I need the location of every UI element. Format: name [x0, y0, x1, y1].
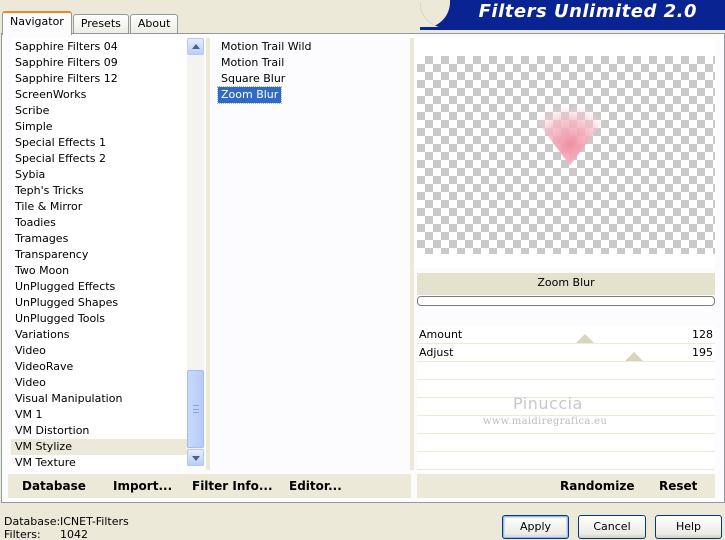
- category-item[interactable]: UnPlugged Effects: [11, 279, 187, 295]
- status-filters-value: 1042: [60, 528, 88, 540]
- category-list[interactable]: Sapphire Filters 04 Sapphire Filters 09 Sa…: [11, 38, 187, 470]
- filter-info-button[interactable]: Filter Info...: [192, 479, 273, 493]
- category-item[interactable]: Special Effects 2: [11, 151, 187, 167]
- tab-navigator[interactable]: Navigator: [2, 11, 72, 35]
- category-item[interactable]: UnPlugged Tools: [11, 311, 187, 327]
- category-item[interactable]: VM 1: [11, 407, 187, 423]
- category-item[interactable]: Simple: [11, 119, 187, 135]
- randomize-button[interactable]: Randomize: [560, 479, 634, 493]
- category-item[interactable]: Scribe: [11, 103, 187, 119]
- reset-button[interactable]: Reset: [659, 479, 697, 493]
- database-button[interactable]: Database: [22, 479, 86, 493]
- help-button[interactable]: Help: [655, 515, 722, 539]
- filter-row: Motion Trail Wild: [218, 39, 315, 55]
- category-item[interactable]: Video: [11, 375, 187, 391]
- filter-item[interactable]: Motion Trail: [218, 55, 287, 71]
- category-item[interactable]: ScreenWorks: [11, 87, 187, 103]
- filter-item[interactable]: Zoom Blur: [216, 86, 283, 104]
- filter-list[interactable]: Motion Trail Wild Motion Trail Square Blur…: [216, 38, 315, 104]
- filter-item[interactable]: Motion Trail Wild: [218, 39, 315, 55]
- status-filters: Filters: 1042: [4, 528, 88, 540]
- status-filters-label: Filters:: [4, 528, 41, 540]
- category-item[interactable]: Two Moon: [11, 263, 187, 279]
- apply-button[interactable]: Apply: [502, 515, 569, 539]
- right-toolbar: Randomize Reset: [417, 474, 715, 498]
- param-label: Amount: [419, 328, 463, 341]
- grip-icon: [193, 405, 199, 413]
- tab-strip: Navigator Presets About: [2, 11, 179, 35]
- category-item[interactable]: VideoRave: [11, 359, 187, 375]
- pane-divider[interactable]: [206, 38, 210, 470]
- status-database: Database:ICNET-Filters: [4, 515, 129, 528]
- category-item[interactable]: Special Effects 1: [11, 135, 187, 151]
- import-button[interactable]: Import...: [113, 479, 172, 493]
- chevron-up-icon: [192, 44, 200, 49]
- category-item[interactable]: Visual Manipulation: [11, 391, 187, 407]
- category-scrollbar[interactable]: [187, 38, 204, 466]
- category-item[interactable]: Video: [11, 343, 187, 359]
- param-value: 195: [692, 346, 713, 359]
- category-item[interactable]: Sybia: [11, 167, 187, 183]
- chevron-down-icon: [192, 456, 200, 461]
- category-item[interactable]: UnPlugged Shapes: [11, 295, 187, 311]
- filter-row: Zoom Blur: [216, 86, 315, 104]
- scroll-down-button[interactable]: [187, 449, 204, 466]
- tab-about[interactable]: About: [129, 14, 179, 34]
- status-database-value: ICNET-Filters: [60, 515, 129, 528]
- category-item[interactable]: VM Stylize: [11, 439, 187, 455]
- param-slider-empty: [417, 452, 715, 470]
- category-item[interactable]: Sapphire Filters 04: [11, 39, 187, 55]
- category-item[interactable]: VM Texture: [11, 455, 187, 471]
- param-slider-empty: [417, 434, 715, 452]
- category-item[interactable]: Tramages: [11, 231, 187, 247]
- cancel-button[interactable]: Cancel: [578, 515, 646, 539]
- watermark-name: Pinuccia: [513, 394, 583, 413]
- title-banner: Filters Unlimited 2.0: [420, 0, 725, 28]
- progress-bar: [417, 296, 715, 306]
- category-item[interactable]: Toadies: [11, 215, 187, 231]
- filter-name-bar: Zoom Blur: [417, 273, 715, 295]
- scroll-thumb[interactable]: [187, 370, 204, 448]
- category-item[interactable]: Variations: [11, 327, 187, 343]
- banner-underline: [420, 27, 725, 30]
- status-database-label: Database:: [4, 515, 61, 528]
- left-toolbar: Database Import... Filter Info... Editor…: [8, 474, 411, 498]
- category-item[interactable]: Teph's Tricks: [11, 183, 187, 199]
- slider-thumb[interactable]: [576, 334, 595, 343]
- param-slider-amount[interactable]: Amount 128: [417, 326, 715, 344]
- category-item[interactable]: Transparency: [11, 247, 187, 263]
- filter-item[interactable]: Square Blur: [218, 71, 288, 87]
- category-item[interactable]: Tile & Mirror: [11, 199, 187, 215]
- slider-thumb[interactable]: [625, 352, 644, 361]
- scroll-up-button[interactable]: [187, 38, 204, 55]
- app-title: Filters Unlimited 2.0: [478, 1, 697, 22]
- category-item[interactable]: VM Distortion: [11, 423, 187, 439]
- category-item[interactable]: Sapphire Filters 09: [11, 55, 187, 71]
- tab-presets[interactable]: Presets: [72, 14, 129, 34]
- param-slider-empty: [417, 362, 715, 380]
- heart-preview-image: [533, 96, 607, 166]
- filter-row: Motion Trail: [218, 55, 315, 71]
- category-item[interactable]: Sapphire Filters 12: [11, 71, 187, 87]
- param-slider-adjust[interactable]: Adjust 195: [417, 344, 715, 362]
- watermark-url: www.maidiregrafica.eu: [483, 416, 608, 427]
- filter-row: Square Blur: [218, 71, 315, 87]
- param-label: Adjust: [419, 346, 454, 359]
- editor-button[interactable]: Editor...: [289, 479, 342, 493]
- param-value: 128: [692, 328, 713, 341]
